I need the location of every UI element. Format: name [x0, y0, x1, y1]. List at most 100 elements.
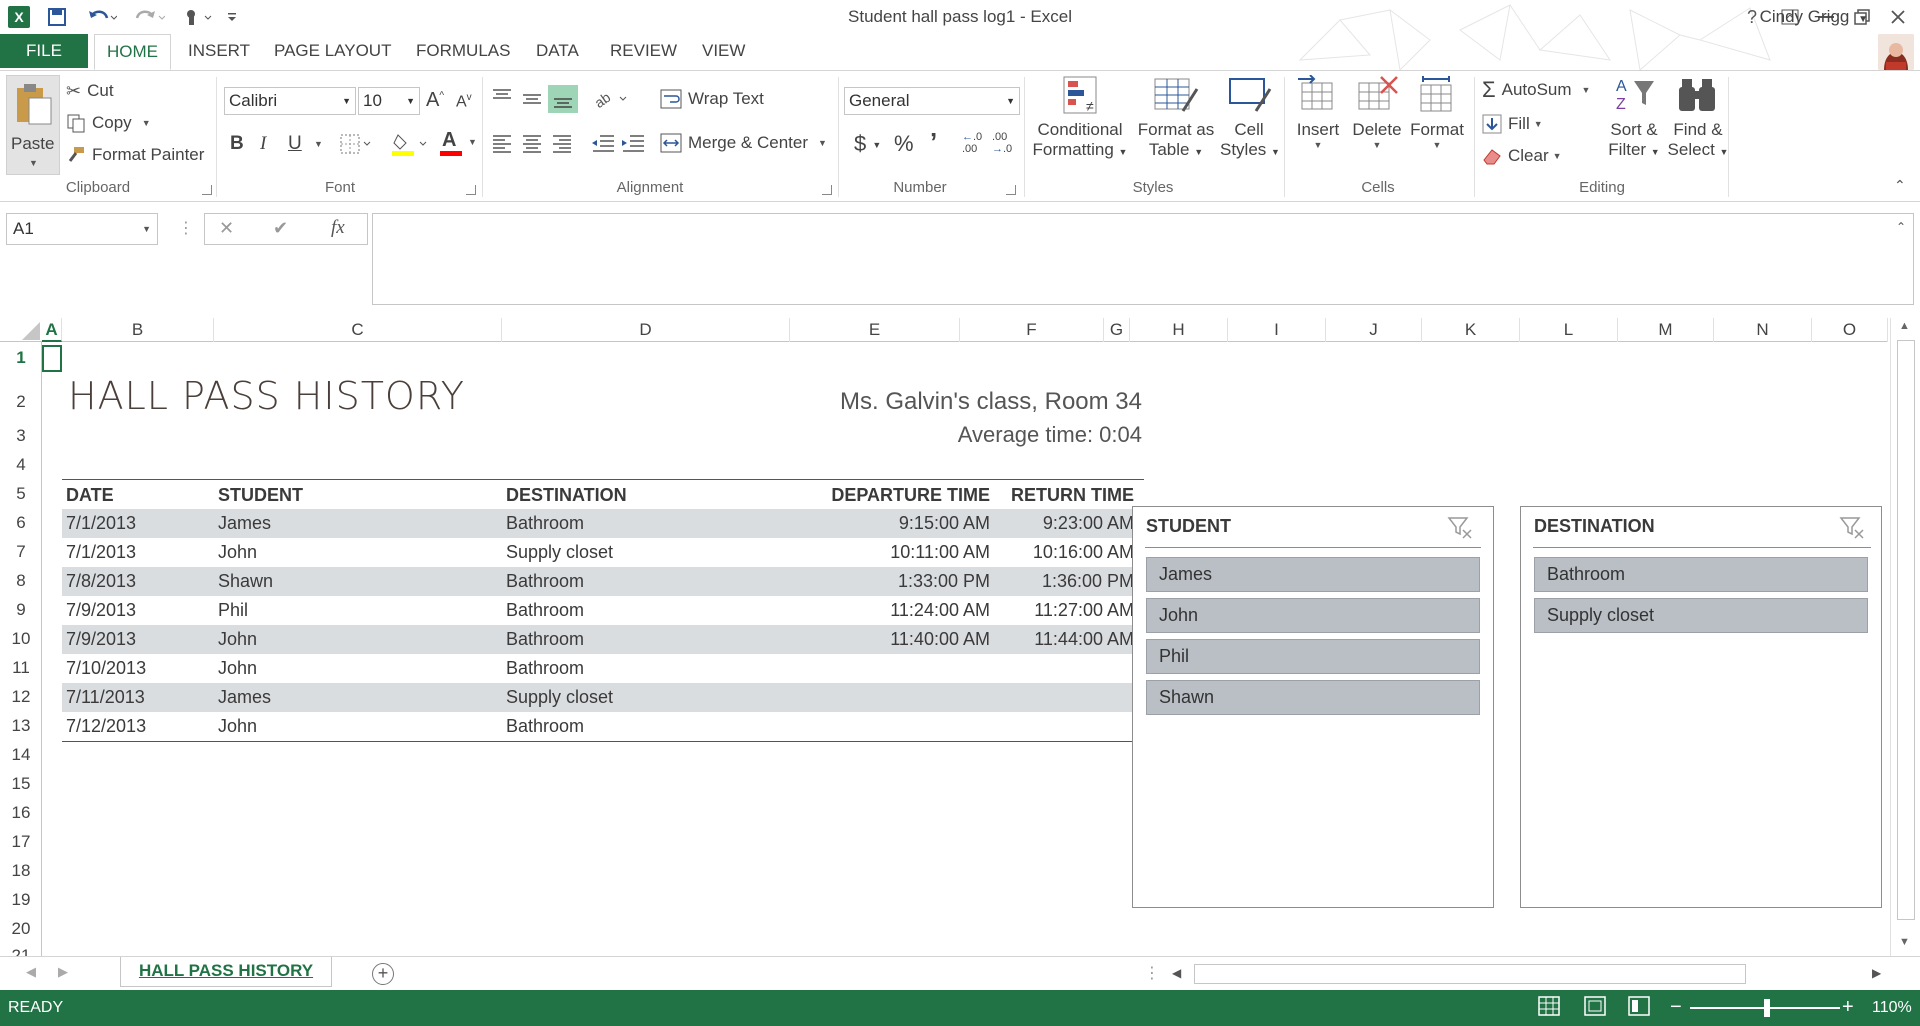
column-header-d[interactable]: D — [502, 318, 790, 342]
align-top-icon[interactable] — [490, 87, 514, 111]
cell-student[interactable]: John — [218, 716, 257, 737]
sort-filter-button[interactable]: AZ Sort & Filter ▼ — [1604, 75, 1664, 175]
cell-student[interactable]: John — [218, 629, 257, 650]
cell-destination[interactable]: Supply closet — [506, 542, 613, 563]
formula-input[interactable] — [372, 213, 1914, 305]
column-header-g[interactable]: G — [1104, 318, 1130, 342]
cell-return[interactable]: 9:23:00 AM — [964, 513, 1134, 534]
user-account[interactable]: Cindy Grigg ▼ — [1760, 7, 1868, 27]
cell-date[interactable]: 7/1/2013 — [66, 513, 136, 534]
name-box[interactable]: A1 ▼ — [6, 213, 158, 245]
cell-departure[interactable]: 9:15:00 AM — [790, 513, 990, 534]
row-header[interactable]: 1 — [0, 348, 42, 368]
tab-formulas[interactable]: FORMULAS — [404, 34, 522, 68]
cell-destination[interactable]: Bathroom — [506, 600, 584, 621]
row-header[interactable]: 12 — [0, 687, 42, 707]
row-header[interactable]: 19 — [0, 890, 42, 910]
tab-review[interactable]: REVIEW — [598, 34, 689, 68]
cell-student[interactable]: John — [218, 542, 257, 563]
cell-date[interactable]: 7/11/2013 — [66, 687, 145, 708]
alignment-dialog-launcher-icon[interactable] — [822, 185, 832, 195]
active-cell-a1[interactable] — [42, 345, 62, 372]
column-header-n[interactable]: N — [1714, 318, 1812, 342]
row-header[interactable]: 15 — [0, 774, 42, 794]
row-header[interactable]: 6 — [0, 513, 42, 533]
scroll-left-icon[interactable]: ◀ — [1172, 966, 1181, 980]
row-header[interactable]: 16 — [0, 803, 42, 823]
slicer-item-phil[interactable]: Phil — [1146, 639, 1480, 674]
cell-date[interactable]: 7/8/2013 — [66, 571, 136, 592]
column-header-j[interactable]: J — [1326, 318, 1422, 342]
vertical-scrollbar[interactable]: ▲ ▼ — [1890, 318, 1920, 958]
copy-button[interactable]: Copy ▼ — [66, 111, 151, 135]
enter-formula-button[interactable]: ✔ — [273, 218, 288, 239]
row-header[interactable]: 8 — [0, 571, 42, 591]
cell-destination[interactable]: Bathroom — [506, 629, 584, 650]
font-size-select[interactable]: 10 ▼ — [358, 87, 420, 115]
cell-departure[interactable]: 1:33:00 PM — [790, 571, 990, 592]
cell-date[interactable]: 7/9/2013 — [66, 629, 136, 650]
scroll-right-icon[interactable]: ▶ — [1872, 966, 1881, 980]
cancel-formula-button[interactable]: ✕ — [219, 218, 234, 239]
scroll-down-icon[interactable]: ▼ — [1899, 936, 1910, 948]
orientation-icon[interactable]: ab — [592, 85, 632, 111]
increase-indent-icon[interactable] — [620, 131, 646, 155]
vertical-scroll-thumb[interactable] — [1897, 340, 1915, 920]
slicer-item-shawn[interactable]: Shawn — [1146, 680, 1480, 715]
destination-slicer[interactable]: DESTINATION Bathroom Supply closet — [1520, 506, 1882, 908]
clear-button[interactable]: Clear ▼ — [1482, 143, 1562, 169]
zoom-in-button[interactable]: + — [1842, 996, 1854, 1019]
column-header-f[interactable]: F — [960, 318, 1104, 342]
cell-date[interactable]: 7/1/2013 — [66, 542, 136, 563]
column-header-o[interactable]: O — [1812, 318, 1888, 342]
align-center-icon[interactable] — [520, 131, 544, 155]
row-header[interactable]: 18 — [0, 861, 42, 881]
sheet-tab-hall-pass-history[interactable]: HALL PASS HISTORY — [120, 957, 332, 987]
cell-departure[interactable]: 10:11:00 AM — [790, 542, 990, 563]
zoom-level[interactable]: 110% — [1872, 999, 1912, 1017]
horizontal-scrollbar[interactable]: ◀ ▶ — [1168, 962, 1890, 986]
tab-home[interactable]: HOME — [94, 34, 171, 70]
horizontal-scroll-thumb[interactable] — [1194, 964, 1746, 984]
row-header[interactable]: 11 — [0, 658, 42, 678]
decrease-indent-icon[interactable] — [590, 131, 616, 155]
slicer-item-supply-closet[interactable]: Supply closet — [1534, 598, 1868, 633]
fill-color-icon[interactable] — [392, 131, 432, 157]
close-icon[interactable] — [1880, 2, 1916, 32]
underline-button[interactable]: U — [288, 133, 302, 155]
cell-styles-button[interactable]: Cell Styles ▼ — [1220, 75, 1280, 175]
row-header[interactable]: 4 — [0, 455, 42, 475]
autosum-button[interactable]: Σ AutoSum ▼ — [1482, 77, 1590, 103]
borders-icon[interactable] — [340, 133, 374, 155]
zoom-slider-thumb[interactable] — [1764, 999, 1770, 1017]
font-name-select[interactable]: Calibri ▼ — [224, 87, 356, 115]
align-right-icon[interactable] — [550, 131, 574, 155]
row-header[interactable]: 14 — [0, 745, 42, 765]
scroll-tabs-right-icon[interactable]: ▶ — [58, 964, 68, 980]
fill-button[interactable]: Fill ▼ — [1482, 111, 1543, 137]
slicer-item-bathroom[interactable]: Bathroom — [1534, 557, 1868, 592]
column-header-l[interactable]: L — [1520, 318, 1618, 342]
select-all-icon[interactable] — [22, 322, 40, 340]
format-as-table-button[interactable]: Format as Table ▼ — [1134, 75, 1218, 175]
expand-formula-bar-icon[interactable]: ⌃ — [1896, 220, 1906, 234]
tab-view[interactable]: VIEW — [690, 34, 757, 68]
align-left-icon[interactable] — [490, 131, 514, 155]
cell-destination[interactable]: Bathroom — [506, 658, 584, 679]
grow-font-button[interactable]: A^ — [426, 89, 444, 112]
row-header[interactable]: 7 — [0, 542, 42, 562]
shrink-font-button[interactable]: Av — [456, 92, 472, 111]
cell-destination[interactable]: Bathroom — [506, 571, 584, 592]
increase-decimal-button[interactable]: ←.0.00 — [962, 131, 982, 155]
column-header-a[interactable]: A — [42, 318, 62, 342]
cell-departure[interactable]: 11:40:00 AM — [790, 629, 990, 650]
cell-student[interactable]: James — [218, 513, 271, 534]
cell-destination[interactable]: Bathroom — [506, 513, 584, 534]
cell-date[interactable]: 7/10/2013 — [66, 658, 146, 679]
cell-student[interactable]: James — [218, 687, 271, 708]
zoom-out-button[interactable]: − — [1670, 996, 1682, 1019]
normal-view-button[interactable] — [1538, 996, 1562, 1020]
student-slicer[interactable]: STUDENT James John Phil Shawn — [1132, 506, 1494, 908]
merge-center-button[interactable]: Merge & Center ▼ — [660, 129, 827, 157]
row-header[interactable]: 17 — [0, 832, 42, 852]
